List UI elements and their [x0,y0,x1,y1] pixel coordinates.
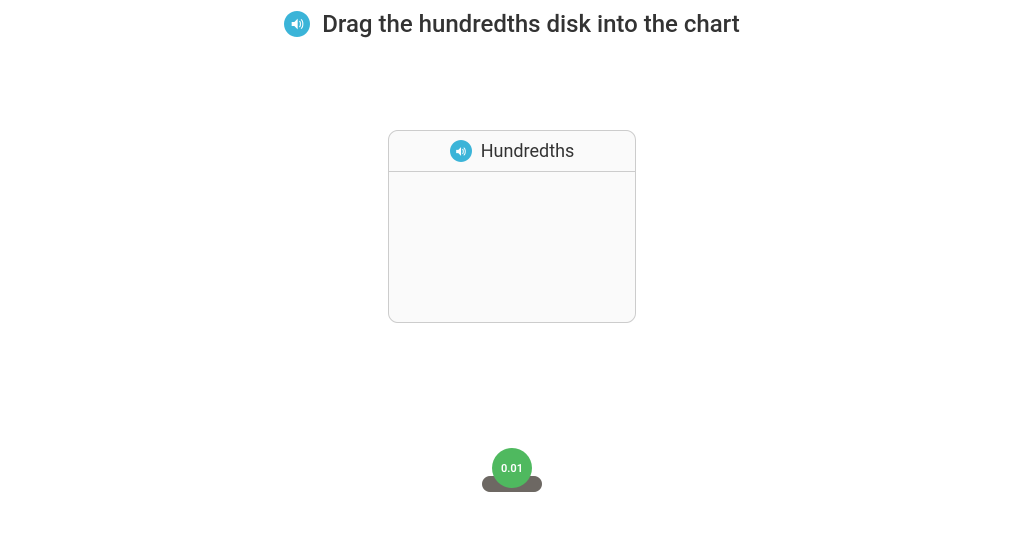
place-value-chart: Hundredths [388,130,636,323]
chart-header: Hundredths [389,131,635,172]
disk-label: 0.01 [501,462,523,475]
hundredths-disk[interactable]: 0.01 [492,448,532,488]
instruction-row: Drag the hundredths disk into the chart [0,0,1024,38]
chart-dropzone[interactable] [389,172,635,322]
speaker-icon[interactable] [450,140,472,162]
instruction-text: Drag the hundredths disk into the chart [322,10,740,38]
speaker-icon[interactable] [284,11,310,37]
chart-header-label: Hundredths [481,141,575,162]
